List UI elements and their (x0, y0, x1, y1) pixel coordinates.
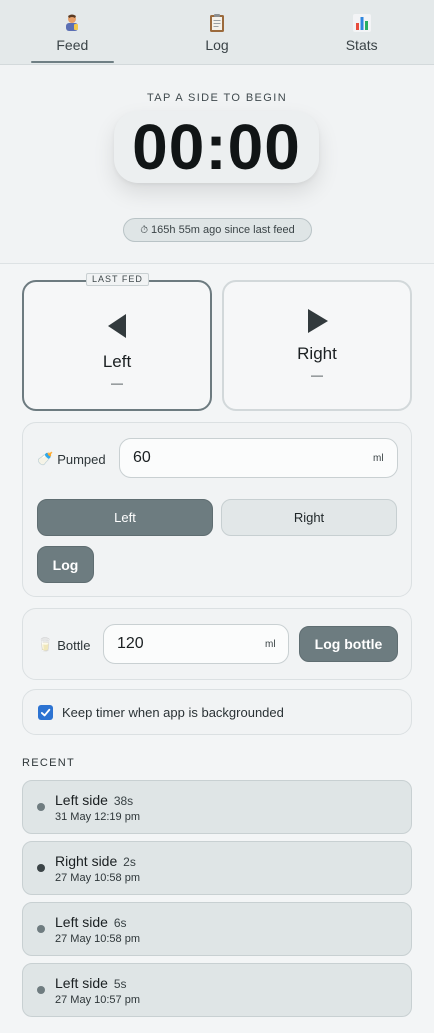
tab-stats[interactable]: Stats (289, 0, 434, 64)
keep-timer-panel: Keep timer when app is backgrounded (22, 689, 412, 735)
pumped-label-row: 🍼 Pumped (37, 451, 106, 467)
tab-label: Log (205, 37, 229, 53)
bottle-label: Bottle (57, 637, 91, 653)
right-side-button[interactable]: Right — (222, 280, 412, 411)
bar-chart-icon (352, 14, 371, 32)
clipboard-icon (210, 14, 224, 32)
status-dot (37, 864, 45, 872)
right-side-label: Right (297, 344, 337, 363)
recent-list-item[interactable]: Left side 5s 27 May 10:57 pm (22, 963, 412, 1017)
recent-item-title: Right side 2s (55, 853, 136, 869)
recent-item-duration: 2s (123, 855, 136, 869)
status-dot (37, 925, 45, 933)
recent-item-title: Left side 5s (55, 975, 127, 991)
pumped-log-button[interactable]: Log (37, 546, 94, 583)
tab-label: Feed (56, 37, 89, 53)
left-side-button[interactable]: LAST FED Left — (22, 273, 212, 411)
baby-feeding-icon (66, 14, 79, 31)
recent-item-side: Left side (55, 975, 108, 991)
pumped-amount-input[interactable] (119, 438, 398, 478)
bottle-panel: 🥛 Bottle ml Log bottle (22, 608, 412, 680)
recent-list-item[interactable]: Left side 6s 27 May 10:58 pm (22, 902, 412, 956)
recent-item-time: 27 May 10:58 pm (55, 872, 140, 884)
left-side-label: Left (102, 352, 132, 371)
log-bottle-button[interactable]: Log bottle (299, 626, 398, 662)
recent-heading: RECENT (22, 757, 76, 769)
checkmark-icon (40, 708, 51, 717)
recent-item-title: Left side 38s (55, 792, 133, 808)
recent-item-time: 27 May 10:58 pm (55, 933, 140, 945)
since-last-feed-badge: ⏱ 165h 55m ago since last feed (123, 218, 312, 242)
recent-list-item[interactable]: Right side 2s 27 May 10:58 pm (22, 841, 412, 895)
right-side-value: — (311, 368, 323, 382)
recent-list-item[interactable]: Left side 38s 31 May 12:19 pm (22, 780, 412, 834)
recent-item-title: Left side 6s (55, 914, 127, 930)
recent-item-side: Right side (55, 853, 118, 869)
recent-item-time: 31 May 12:19 pm (55, 811, 140, 823)
stopwatch-icon: ⏱ (140, 224, 149, 236)
timer-section: TAP A SIDE TO BEGIN 00:00 ⏱ 165h 55m ago… (0, 65, 434, 264)
left-side-value: — (111, 376, 123, 390)
since-last-feed-text: 165h 55m ago since last feed (151, 224, 295, 236)
bottle-unit: ml (265, 639, 276, 650)
recent-item-side: Left side (55, 914, 108, 930)
play-icon (308, 309, 328, 333)
tab-bar: Feed Log Stats (0, 0, 434, 65)
recent-item-time: 27 May 10:57 pm (55, 994, 140, 1006)
pumped-panel: 🍼 Pumped ml Left Right Log (22, 422, 412, 597)
timer-hint: TAP A SIDE TO BEGIN (146, 92, 288, 104)
tab-label: Stats (345, 37, 378, 53)
recent-item-duration: 6s (113, 916, 127, 930)
recent-item-duration: 5s (113, 977, 127, 991)
pumped-right-button[interactable]: Right (221, 499, 397, 536)
pumped-unit: ml (373, 453, 384, 464)
tab-log[interactable]: Log (145, 0, 290, 64)
keep-timer-label: Keep timer when app is backgrounded (62, 705, 284, 720)
status-dot (37, 986, 45, 994)
keep-timer-checkbox[interactable] (38, 705, 53, 720)
status-dot (37, 803, 45, 811)
timer-display: 00:00 (114, 111, 319, 183)
left-arrow-icon (108, 314, 126, 338)
baby-bottle-icon: 🍼 (37, 451, 54, 466)
bottle-label-row: 🥛 Bottle (37, 637, 90, 653)
recent-item-side: Left side (55, 792, 108, 808)
pumped-label: Pumped (57, 451, 106, 467)
cup-icon: 🥛 (37, 637, 54, 652)
bottle-amount-input[interactable] (103, 624, 289, 664)
tab-feed[interactable]: Feed (0, 0, 145, 64)
pumped-left-button[interactable]: Left (37, 499, 213, 536)
recent-item-duration: 38s (113, 794, 134, 808)
last-fed-tag: LAST FED (86, 273, 149, 286)
